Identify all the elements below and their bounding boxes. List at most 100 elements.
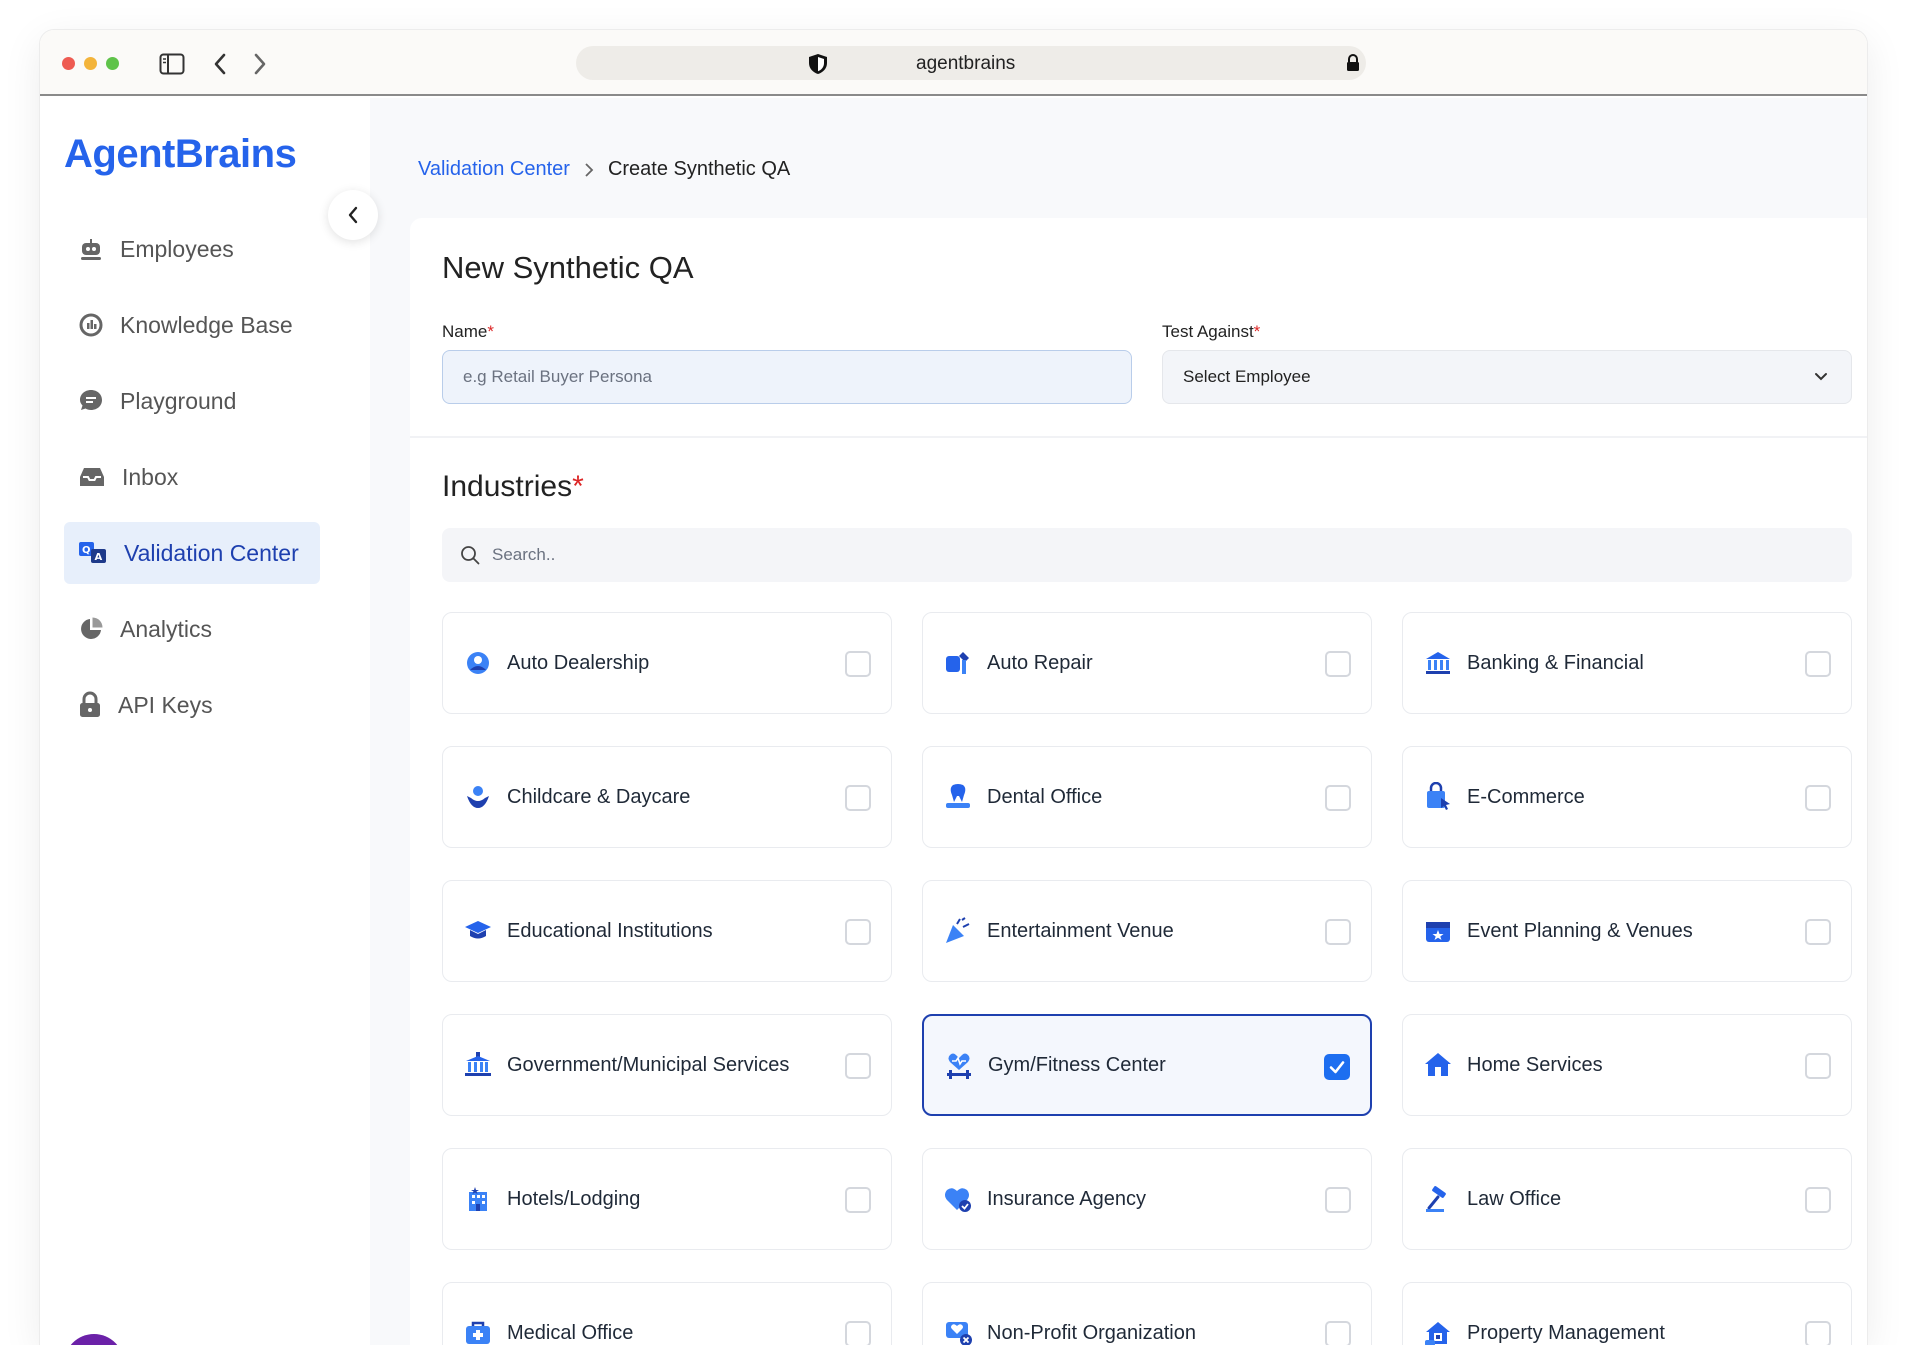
government-building-icon (463, 1050, 493, 1080)
app-sidebar: AgentBrains Employees Knowledge Base Pla… (40, 98, 378, 1345)
industry-checkbox[interactable] (845, 651, 871, 677)
industry-tile[interactable]: Educational Institutions (442, 880, 892, 982)
divider (410, 436, 1867, 438)
industry-label: Childcare & Daycare (507, 786, 691, 808)
industry-tile[interactable]: E-Commerce (1402, 746, 1852, 848)
maximize-window-button[interactable] (106, 57, 119, 70)
search-icon (461, 546, 480, 565)
chat-icon (80, 390, 102, 410)
industry-label: Hotels/Lodging (507, 1188, 641, 1210)
industry-label: Insurance Agency (987, 1188, 1146, 1210)
collapse-sidebar-button[interactable] (328, 190, 378, 240)
lock-icon (1346, 54, 1360, 77)
industry-label: Dental Office (987, 786, 1103, 808)
close-window-button[interactable] (62, 57, 75, 70)
svg-text:A: A (95, 552, 103, 563)
window-controls (62, 57, 119, 70)
industry-checkbox[interactable] (1325, 1321, 1351, 1345)
sidebar-item-label: API Keys (118, 691, 213, 718)
svg-text:Q: Q (82, 545, 91, 556)
industry-checkbox[interactable] (1325, 651, 1351, 677)
industries-grid: Auto Dealership Auto Repair Banking & Fina… (442, 612, 1852, 1345)
sidebar-nav: Employees Knowledge Base Playground Inbo… (64, 218, 320, 750)
wrench-icon (943, 648, 973, 678)
industry-checkbox[interactable] (1325, 785, 1351, 811)
industry-checkbox[interactable] (1805, 1321, 1831, 1345)
address-bar[interactable]: agentbrains (576, 46, 1366, 80)
sidebar-item-label: Playground (120, 387, 237, 414)
industry-checkbox[interactable] (1805, 1187, 1831, 1213)
sidebar-item-inbox[interactable]: Inbox (64, 446, 320, 508)
lock-icon (80, 691, 100, 717)
robot-icon (81, 239, 101, 260)
industry-tile[interactable]: Gym/Fitness Center (922, 1014, 1372, 1116)
industry-label: Auto Dealership (507, 652, 650, 674)
knowledge-icon (79, 313, 103, 337)
search-placeholder: Search.. (492, 545, 556, 564)
industries-search-input[interactable]: Search.. (442, 528, 1852, 582)
sidebar-item-playground[interactable]: Playground (64, 370, 320, 432)
chevron-left-icon (348, 206, 358, 224)
sidebar-item-api-keys[interactable]: API Keys (64, 674, 320, 736)
sidebar-item-knowledge-base[interactable]: Knowledge Base (64, 294, 320, 356)
industry-tile[interactable]: Medical Office (442, 1282, 892, 1345)
avatar[interactable]: A (64, 1334, 124, 1345)
sidebar-item-label: Validation Center (124, 539, 299, 566)
industry-checkbox[interactable] (1325, 919, 1351, 945)
industry-tile[interactable]: Home Services (1402, 1014, 1852, 1116)
browser-titlebar: agentbrains (40, 30, 1867, 96)
sidebar-item-label: Analytics (120, 615, 213, 642)
bank-icon (1423, 648, 1453, 678)
test-against-value: Select Employee (1183, 367, 1311, 386)
sidebar-item-validation-center[interactable]: QA Validation Center (64, 522, 320, 584)
calendar-star-icon (1423, 916, 1453, 946)
industry-tile[interactable]: Property Management (1402, 1282, 1852, 1345)
industry-tile[interactable]: Dental Office (922, 746, 1372, 848)
pie-chart-icon (81, 617, 103, 639)
industry-tile[interactable]: Insurance Agency (922, 1148, 1372, 1250)
industry-label: E-Commerce (1467, 786, 1585, 808)
industry-checkbox[interactable] (1324, 1054, 1350, 1080)
industry-tile[interactable]: Government/Municipal Services (442, 1014, 892, 1116)
industry-tile[interactable]: Law Office (1402, 1148, 1852, 1250)
industry-checkbox[interactable] (1325, 1187, 1351, 1213)
fitness-icon (944, 1050, 974, 1080)
shield-icon (806, 52, 830, 81)
industry-tile[interactable]: Event Planning & Venues (1402, 880, 1852, 982)
industry-tile[interactable]: Childcare & Daycare (442, 746, 892, 848)
industry-checkbox[interactable] (845, 1187, 871, 1213)
heart-shield-icon (943, 1184, 973, 1214)
url-text: agentbrains (916, 53, 1016, 74)
forward-arrow-icon[interactable] (246, 50, 274, 78)
test-against-label: Test Against* (1162, 322, 1260, 342)
back-arrow-icon[interactable] (206, 50, 234, 78)
industry-tile[interactable]: Entertainment Venue (922, 880, 1372, 982)
industry-label: Home Services (1467, 1054, 1603, 1076)
sidebar-toggle-icon[interactable] (158, 50, 186, 78)
breadcrumb-link-validation-center[interactable]: Validation Center (418, 158, 570, 181)
industry-checkbox[interactable] (1805, 1053, 1831, 1079)
industry-label: Event Planning & Venues (1467, 920, 1693, 942)
industry-checkbox[interactable] (1805, 651, 1831, 677)
logo[interactable]: AgentBrains (64, 132, 297, 177)
name-label: Name* (442, 322, 494, 342)
industry-label: Government/Municipal Services (507, 1054, 790, 1076)
sidebar-item-employees[interactable]: Employees (64, 218, 320, 280)
industry-checkbox[interactable] (845, 785, 871, 811)
test-against-select[interactable]: Select Employee (1162, 350, 1852, 404)
industry-tile[interactable]: Hotels/Lodging (442, 1148, 892, 1250)
industry-checkbox[interactable] (845, 1053, 871, 1079)
sidebar-item-analytics[interactable]: Analytics (64, 598, 320, 660)
industry-checkbox[interactable] (1805, 785, 1831, 811)
minimize-window-button[interactable] (84, 57, 97, 70)
checkmark-icon (1329, 1061, 1345, 1074)
industry-checkbox[interactable] (845, 1321, 871, 1345)
name-input[interactable]: e.g Retail Buyer Persona (442, 350, 1132, 404)
industry-checkbox[interactable] (845, 919, 871, 945)
industry-tile[interactable]: Banking & Financial (1402, 612, 1852, 714)
industry-tile[interactable]: Auto Repair (922, 612, 1372, 714)
industry-tile[interactable]: Auto Dealership (442, 612, 892, 714)
test-against-label-text: Test Against (1162, 322, 1254, 341)
industry-tile[interactable]: Non-Profit Organization (922, 1282, 1372, 1345)
industry-checkbox[interactable] (1805, 919, 1831, 945)
